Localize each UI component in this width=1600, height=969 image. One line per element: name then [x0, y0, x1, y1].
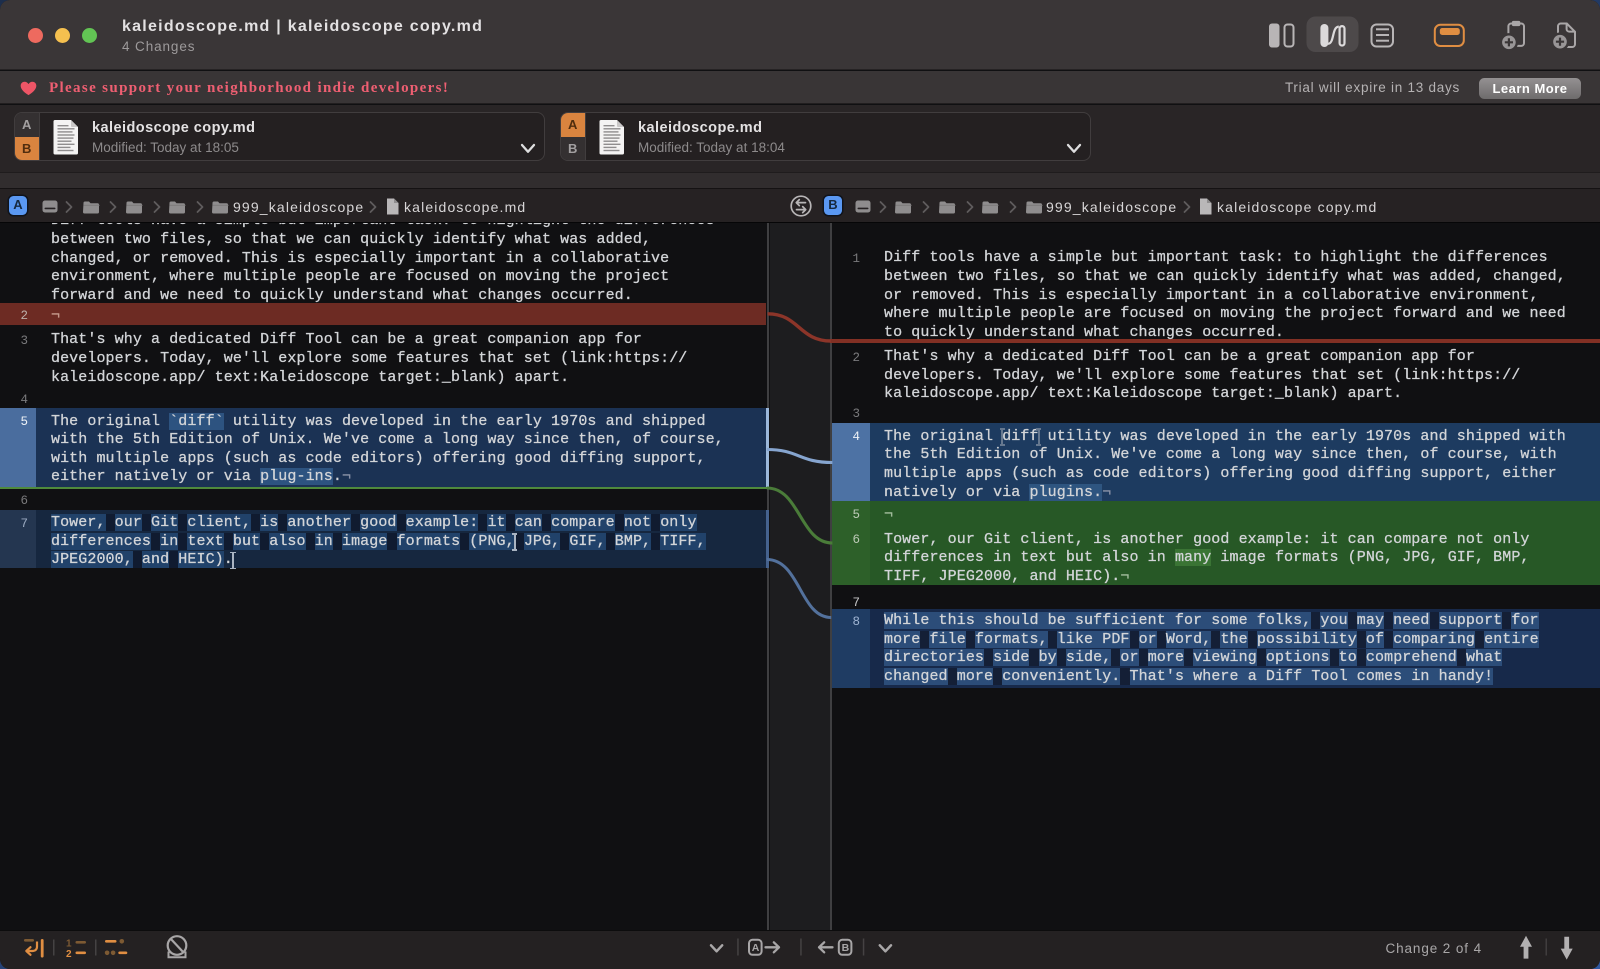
svg-text:B: B	[842, 942, 850, 954]
svg-text:2: 2	[66, 949, 72, 960]
svg-text:1: 1	[66, 939, 72, 950]
svg-text:A: A	[752, 942, 760, 954]
